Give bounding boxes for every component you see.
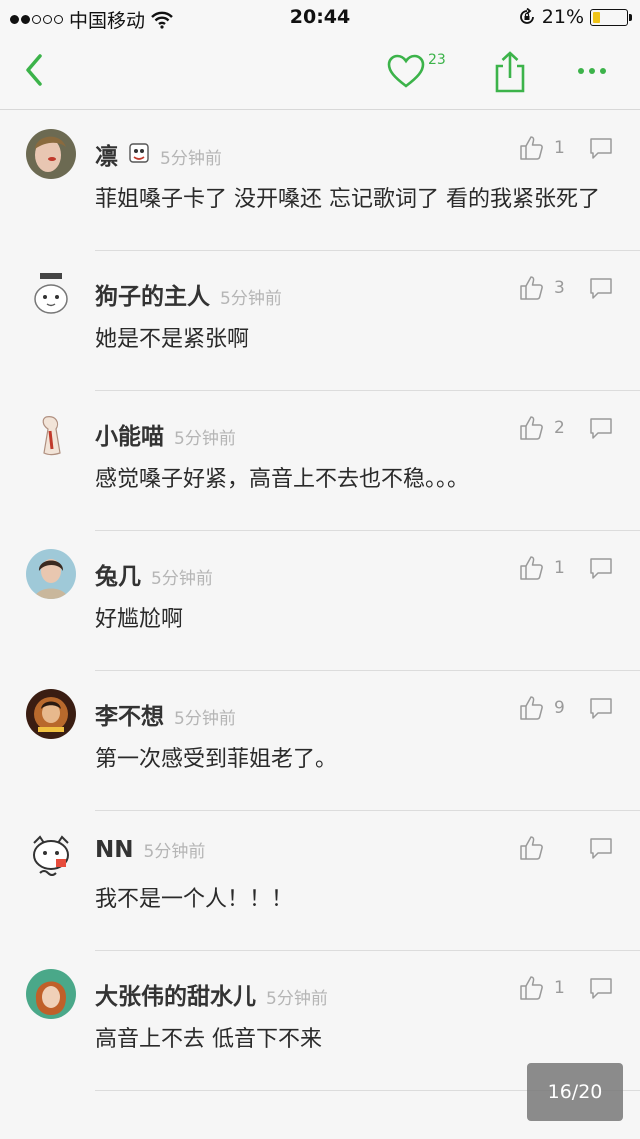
reply-icon[interactable] <box>588 556 614 580</box>
thumbs-up-icon[interactable] <box>518 275 544 301</box>
timestamp: 5分钟前 <box>151 569 213 589</box>
like-count: 23 <box>428 52 446 68</box>
username[interactable]: 小能喵 <box>95 417 164 451</box>
battery-icon <box>590 8 632 26</box>
username[interactable]: 凛 <box>95 137 118 171</box>
like-count: 1 <box>554 978 565 998</box>
comment-item: 凛 5分钟前 1 菲姐嗓子卡了 没开嗓还 忘记歌词了 看的我紧张死了 <box>0 111 640 251</box>
thumbs-up-icon[interactable] <box>518 695 544 721</box>
comment-actions: 2 <box>518 415 614 441</box>
share-icon[interactable] <box>492 50 528 94</box>
back-icon[interactable] <box>18 50 54 90</box>
thumbs-up-icon[interactable] <box>518 555 544 581</box>
comment-header: 狗子的主人 5分钟前 <box>95 277 282 311</box>
username[interactable]: 狗子的主人 <box>95 277 210 311</box>
page-indicator: 16/20 <box>527 1063 623 1121</box>
username[interactable]: 李不想 <box>95 697 164 731</box>
heart-icon[interactable] <box>386 52 426 92</box>
username[interactable]: NN <box>95 837 134 863</box>
thumbs-up-icon[interactable] <box>518 415 544 441</box>
avatar[interactable] <box>26 969 76 1019</box>
comment-item: NN 5分钟前 我不是一个人！！！ <box>0 811 640 951</box>
status-bar: 中国移动 20:44 21% <box>0 0 640 36</box>
comment-header: 大张伟的甜水儿 5分钟前 <box>95 977 328 1011</box>
more-icon[interactable] <box>574 56 610 86</box>
comment-header: 李不想 5分钟前 <box>95 697 236 731</box>
thumbs-up-icon[interactable] <box>518 835 544 861</box>
comment-text: 她是不是紧张啊 <box>95 327 250 352</box>
like-count: 1 <box>554 138 565 158</box>
comment-item: 李不想 5分钟前 9 第一次感受到菲姐老了。 <box>0 671 640 811</box>
timestamp: 5分钟前 <box>174 709 236 729</box>
comment-text: 我不是一个人！！！ <box>95 887 294 912</box>
comment-actions: 3 <box>518 275 614 301</box>
comment-text: 好尴尬啊 <box>95 607 184 632</box>
comment-text: 感觉嗓子好紧，高音上不去也不稳。。。 <box>95 467 470 492</box>
comment-item: 兔几 5分钟前 1 好尴尬啊 <box>0 531 640 671</box>
battery-percent: 21% <box>541 6 584 28</box>
avatar[interactable] <box>26 829 76 879</box>
reply-icon[interactable] <box>588 276 614 300</box>
timestamp: 5分钟前 <box>160 149 222 169</box>
comment-text: 高音上不去 低音下不来 <box>95 1027 322 1052</box>
avatar[interactable] <box>26 549 76 599</box>
like-count: 3 <box>554 278 565 298</box>
reply-icon[interactable] <box>588 976 614 1000</box>
comment-actions <box>518 835 614 861</box>
comment-text: 第一次感受到菲姐老了。 <box>95 747 338 772</box>
avatar[interactable] <box>26 269 76 319</box>
thumbs-up-icon[interactable] <box>518 975 544 1001</box>
comment-header: 凛 5分钟前 <box>95 137 222 171</box>
comment-header: 兔几 5分钟前 <box>95 557 213 591</box>
comment-header: 小能喵 5分钟前 <box>95 417 236 451</box>
username[interactable]: 兔几 <box>95 557 141 591</box>
comment-actions: 9 <box>518 695 614 721</box>
reply-icon[interactable] <box>588 136 614 160</box>
timestamp: 5分钟前 <box>266 989 328 1009</box>
username[interactable]: 大张伟的甜水儿 <box>95 977 256 1011</box>
like-count: 1 <box>554 558 565 578</box>
status-right: 21% <box>518 6 632 28</box>
comment-actions: 1 <box>518 135 614 161</box>
like-count: 9 <box>554 698 565 718</box>
avatar[interactable] <box>26 129 76 179</box>
comment-item: 狗子的主人 5分钟前 3 她是不是紧张啊 <box>0 251 640 391</box>
thumbs-up-icon[interactable] <box>518 135 544 161</box>
reply-icon[interactable] <box>588 836 614 860</box>
reply-icon[interactable] <box>588 696 614 720</box>
comment-actions: 1 <box>518 555 614 581</box>
nav-bar: 23 <box>0 36 640 110</box>
avatar[interactable] <box>26 409 76 459</box>
timestamp: 5分钟前 <box>220 289 282 309</box>
like-count: 2 <box>554 418 565 438</box>
comment-actions: 1 <box>518 975 614 1001</box>
comment-list: 凛 5分钟前 1 菲姐嗓子卡了 没开嗓还 忘记歌词了 看的我紧张死了 狗子的主人… <box>0 111 640 1091</box>
timestamp: 5分钟前 <box>174 429 236 449</box>
badge-icon <box>129 143 149 163</box>
rotation-lock-icon <box>519 8 534 24</box>
reply-icon[interactable] <box>588 416 614 440</box>
comment-item: 小能喵 5分钟前 2 感觉嗓子好紧，高音上不去也不稳。。。 <box>0 391 640 531</box>
comment-header: NN 5分钟前 <box>95 837 205 863</box>
comment-text: 菲姐嗓子卡了 没开嗓还 忘记歌词了 看的我紧张死了 <box>95 187 600 212</box>
avatar[interactable] <box>26 689 76 739</box>
timestamp: 5分钟前 <box>143 842 206 862</box>
